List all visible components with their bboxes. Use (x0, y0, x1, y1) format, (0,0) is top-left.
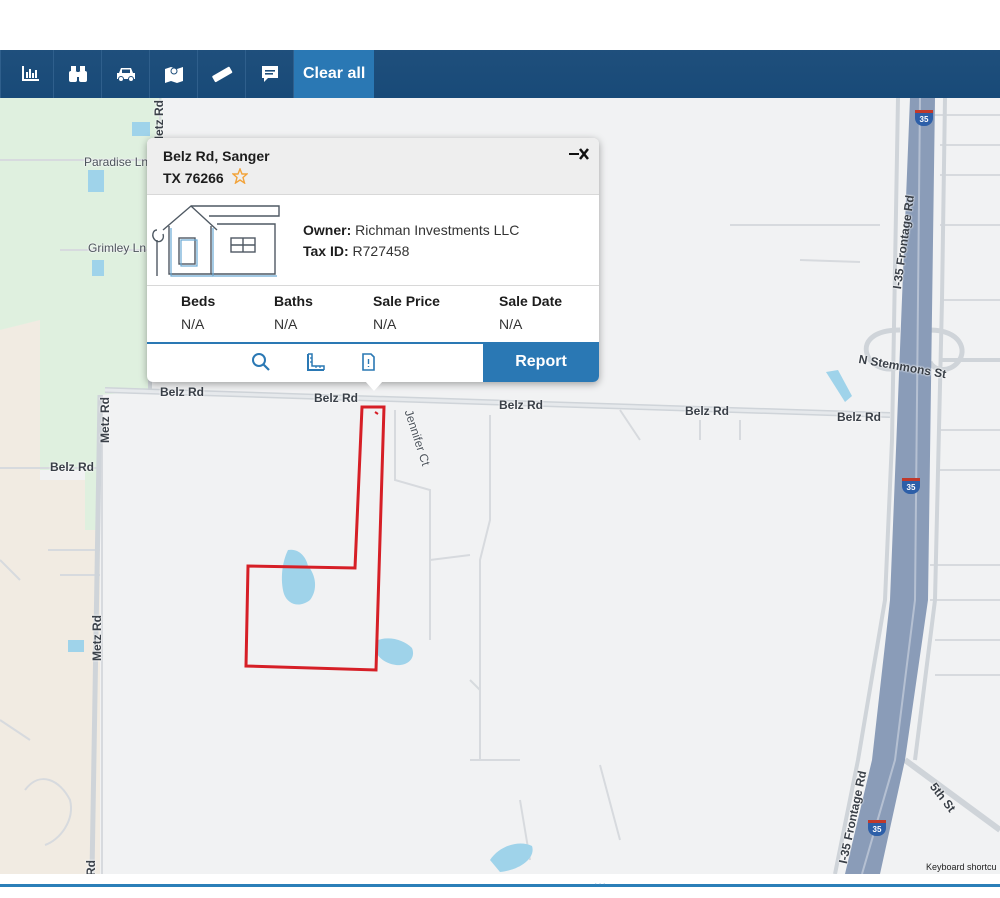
clear-all-button[interactable]: Clear all (294, 50, 375, 98)
owner-value: Richman Investments LLC (355, 222, 520, 238)
address-line1: Belz Rd, Sanger (163, 148, 270, 164)
popup-actions: Report (147, 342, 599, 382)
popup-header: Belz Rd, Sanger TX 76266 (147, 138, 599, 195)
owner-row: Owner: Richman Investments LLC (303, 222, 519, 238)
stat-label-beds: Beds (181, 293, 216, 309)
ruler-button[interactable] (198, 50, 246, 98)
interstate-shield: 35 (868, 820, 886, 836)
car-button[interactable] (102, 50, 150, 98)
interstate-shield: 35 (915, 110, 933, 126)
resize-handle[interactable]: ... (594, 874, 607, 888)
keyboard-shortcuts-link[interactable]: Keyboard shortcu (926, 862, 997, 872)
map-button[interactable] (150, 50, 198, 98)
park-area (0, 98, 40, 330)
road-label-belz: Belz Rd (160, 385, 205, 399)
road-label-belz: Belz Rd (685, 404, 730, 418)
map-icon (164, 67, 183, 83)
road-label-metz: Metz Rd (90, 615, 104, 661)
star-icon[interactable] (232, 168, 248, 184)
search-icon[interactable] (250, 351, 272, 373)
road-label-belz-west: Belz Rd (50, 460, 95, 474)
property-popup: Belz Rd, Sanger TX 76266 Owner: Richman … (147, 138, 599, 391)
road-label-metz: Metz Rd (98, 397, 112, 443)
analytics-button[interactable] (0, 50, 54, 98)
comment-button[interactable] (246, 50, 294, 98)
binoculars-icon (68, 66, 87, 82)
analytics-icon (22, 66, 39, 81)
popup-divider (147, 285, 599, 286)
road-label-grimley: Grimley Ln (88, 241, 147, 255)
document-icon[interactable] (357, 351, 379, 373)
parcel-outline (244, 405, 386, 672)
measure-icon[interactable] (304, 351, 326, 373)
stat-label-sale-date: Sale Date (499, 293, 563, 309)
stat-label-sale-price: Sale Price (373, 293, 440, 309)
road-label-belz: Belz Rd (499, 398, 544, 412)
taxid-label: Tax ID: (303, 243, 349, 259)
bottom-bar: ... (0, 874, 1000, 898)
address-line2: TX 76266 (163, 170, 224, 186)
road-label-belz: Belz Rd (837, 410, 882, 424)
toolbar: Clear all (0, 50, 1000, 98)
stat-value-sale-date: N/A (499, 316, 523, 332)
interstate-shield: 35 (902, 478, 920, 494)
road-label-paradise: Paradise Ln (84, 155, 149, 169)
car-icon (116, 68, 135, 82)
binoculars-button[interactable] (54, 50, 102, 98)
comment-icon (261, 66, 278, 82)
stat-value-beds: N/A (181, 316, 205, 332)
taxid-value: R727458 (352, 243, 410, 259)
close-pin-icon[interactable] (569, 146, 591, 162)
taxid-row: Tax ID: R727458 (303, 243, 409, 259)
bottom-accent-line (0, 884, 1000, 887)
stat-label-baths: Baths (274, 293, 313, 309)
report-button[interactable]: Report (483, 342, 599, 382)
road-label-metz: Rd (84, 860, 98, 874)
owner-label: Owner: (303, 222, 352, 238)
house-icon (152, 205, 280, 277)
stat-value-sale-price: N/A (373, 316, 397, 332)
road-label-belz: Belz Rd (314, 391, 359, 405)
ruler-icon (211, 66, 232, 83)
stat-value-baths: N/A (274, 316, 298, 332)
